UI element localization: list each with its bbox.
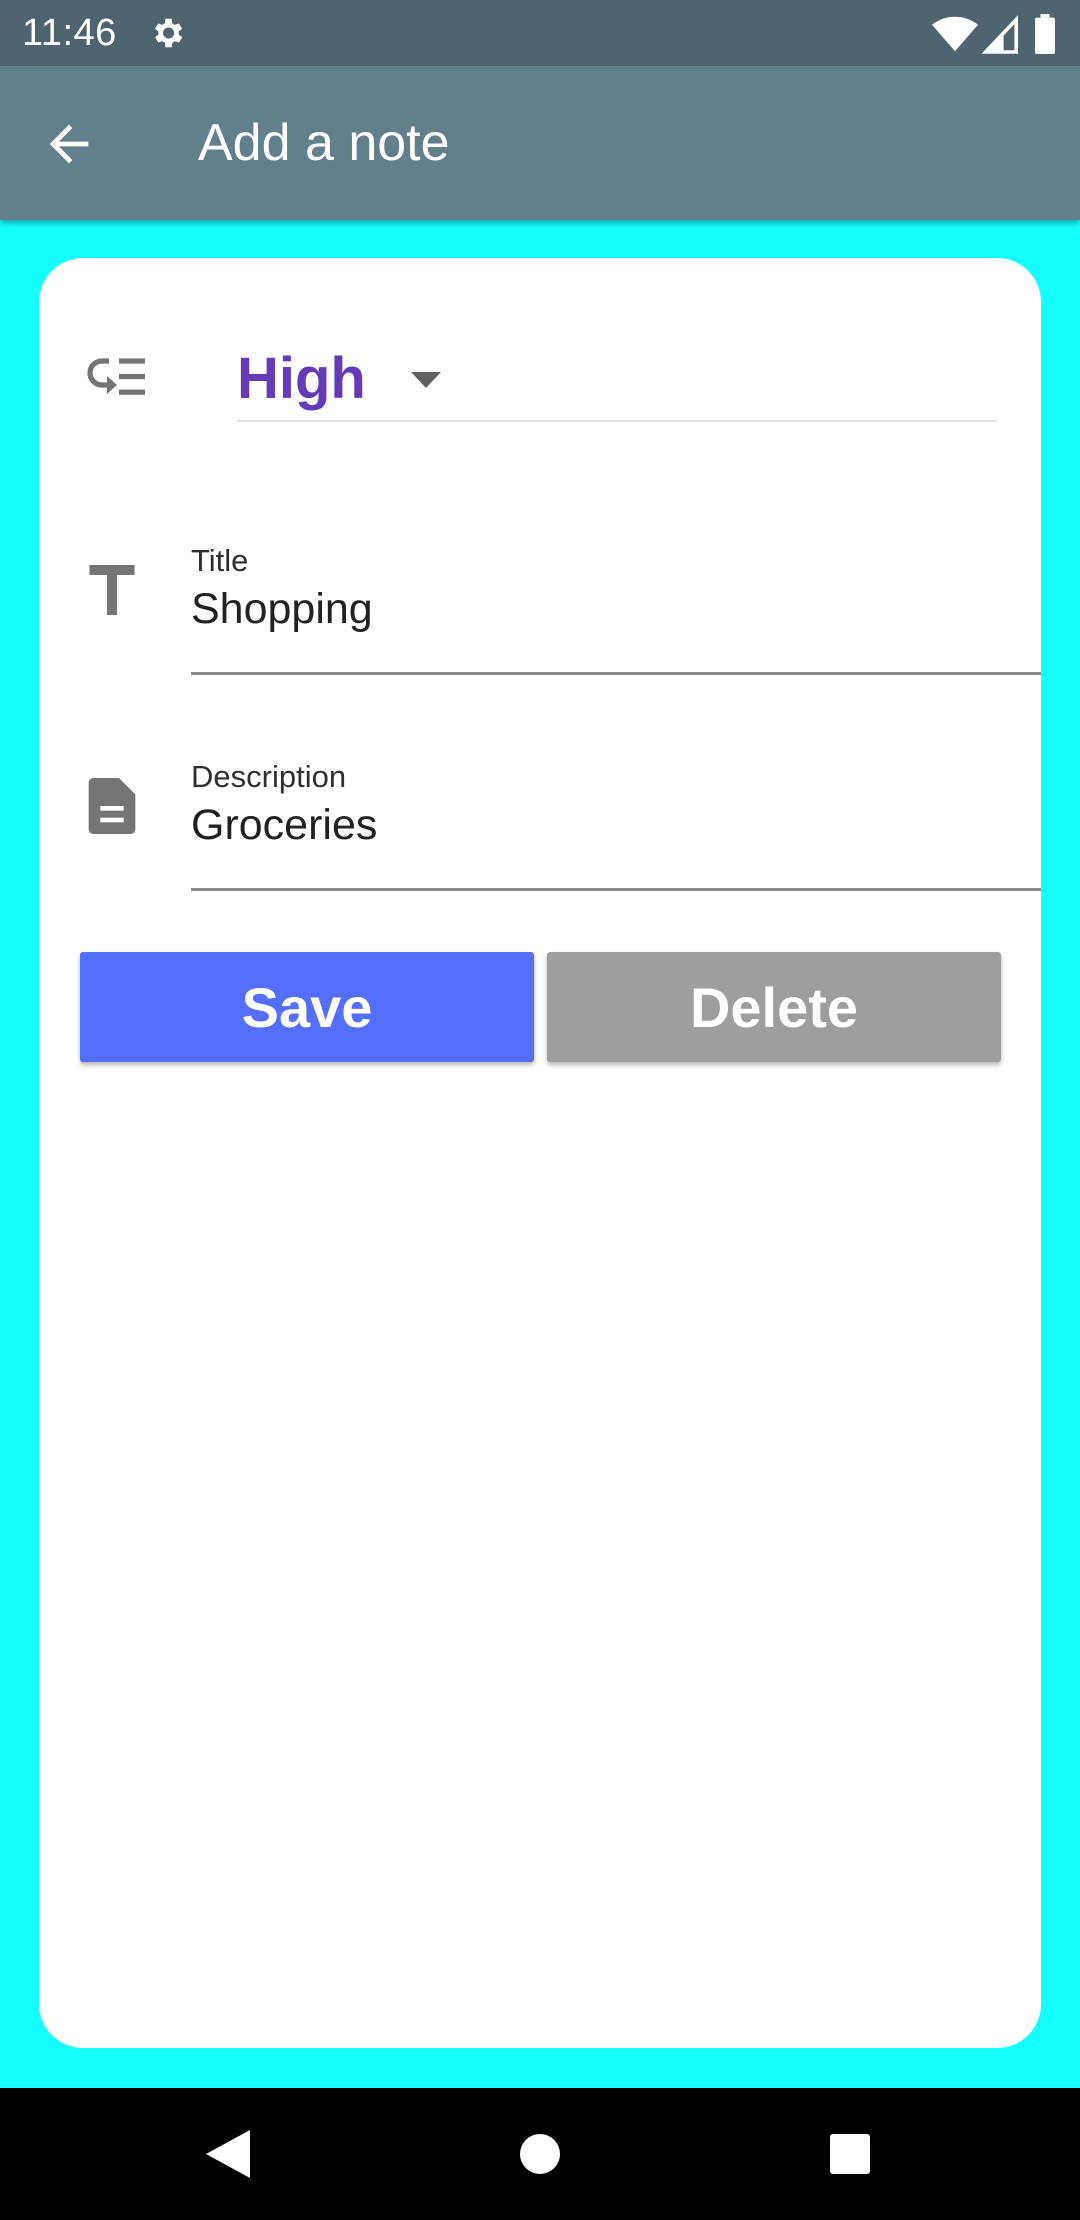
app-bar: Add a note — [0, 66, 1080, 220]
title-field[interactable]: Title — [191, 542, 1041, 675]
back-triangle-icon[interactable] — [202, 2128, 254, 2180]
recents-square-icon[interactable] — [824, 2128, 876, 2180]
signal-icon — [982, 15, 1018, 54]
status-bar: 11:46 — [0, 0, 1080, 66]
system-nav-bar — [0, 2088, 1080, 2220]
priority-icon — [87, 358, 145, 395]
save-button[interactable]: Save — [80, 952, 534, 1062]
priority-dropdown[interactable]: High — [237, 342, 997, 422]
description-input[interactable] — [191, 798, 1031, 852]
description-label: Description — [191, 759, 347, 794]
title-input[interactable] — [191, 582, 1031, 636]
note-form-card: High Title Description Save Delete — [39, 258, 1041, 2048]
dropdown-arrow-icon — [411, 372, 441, 388]
description-icon — [88, 778, 136, 834]
title-label: Title — [191, 543, 249, 578]
wifi-icon — [932, 16, 978, 52]
status-icons — [932, 14, 1062, 54]
title-icon — [89, 565, 135, 615]
home-circle-icon[interactable] — [514, 2128, 566, 2180]
status-time: 11:46 — [22, 12, 117, 54]
delete-button[interactable]: Delete — [547, 952, 1001, 1062]
battery-icon — [1035, 14, 1055, 54]
arrow-back-icon[interactable] — [40, 115, 98, 173]
settings-icon — [154, 18, 183, 48]
priority-selected-value: High — [237, 346, 366, 411]
page-title: Add a note — [198, 114, 450, 172]
description-field[interactable]: Description — [191, 758, 1041, 891]
